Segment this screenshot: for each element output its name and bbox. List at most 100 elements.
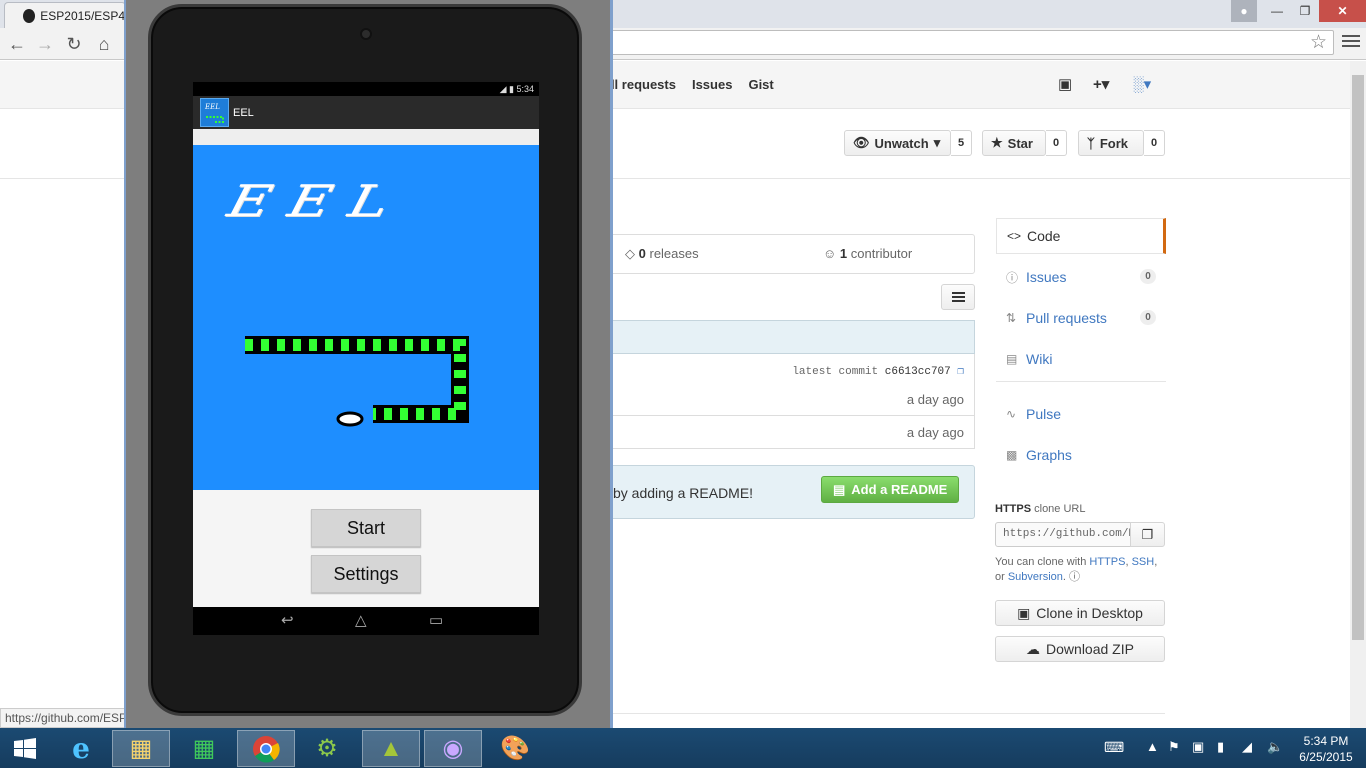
sidebar-item-code[interactable]: <> Code [996,218,1166,254]
start-button[interactable]: Start [311,509,421,547]
latest-commit-label: latest commit [792,366,879,378]
windows-store-icon[interactable]: ▦ [175,730,233,767]
android-status-bar: ◢ ▮ 5:34 [193,82,539,96]
star-button[interactable]: ★ Star [982,130,1046,156]
subversion-link[interactable]: Subversion [1008,571,1063,583]
file-age: a day ago [906,425,964,440]
cat-app-icon[interactable]: ◉ [424,730,482,767]
watchers-count[interactable]: 5 [951,130,972,156]
readme-message: by adding a README! [613,485,754,501]
internet-explorer-icon[interactable]: e [52,730,110,767]
bookmark-star-icon[interactable]: ☆ [1310,31,1327,54]
action-center-flag-icon[interactable]: ⚑ [1168,739,1180,755]
fork-button[interactable]: ᛉ Fork [1078,130,1144,156]
back-icon[interactable]: ↩ [281,611,294,629]
device-icon[interactable]: ▣ [1192,739,1204,755]
app-action-bar: EEL EEL [193,96,539,129]
recents-icon[interactable]: ▭ [429,611,443,629]
browser-tab[interactable]: ESP2015/ESP4 [4,2,126,28]
sidebar-item-pull-requests[interactable]: ⇅ Pull requests 0 [996,300,1166,336]
clone-url-label: HTTPS clone URL [995,503,1085,515]
eye-icon: 👁 [853,135,870,150]
help-icon[interactable]: ⓘ [1069,571,1080,583]
start-menu-button[interactable] [0,730,50,767]
clone-url-input[interactable]: https://github.com/E [995,522,1131,547]
sidebar-item-wiki[interactable]: ▤ Wiki [996,341,1166,377]
file-list-toggle-button[interactable] [941,284,975,310]
clone-help-or: or [995,571,1005,583]
nav-issues[interactable]: Issues [692,77,732,92]
forward-icon[interactable]: → [34,33,56,55]
minimize-button[interactable]: — [1263,0,1291,22]
file-explorer-icon[interactable]: ▦ [112,730,170,767]
sidebar-item-pulse[interactable]: ∿ Pulse [996,396,1166,432]
cloud-download-icon: ☁ [1026,640,1041,657]
star-label: Star [1007,135,1033,151]
scrollbar-thumb[interactable] [1352,75,1364,640]
chrome-icon[interactable] [237,730,295,767]
releases-link[interactable]: ◇ 0 releases [625,246,699,262]
back-icon[interactable]: ← [6,33,28,55]
settings-button[interactable]: Settings [311,555,421,593]
keyboard-icon[interactable]: ⌨ [1104,739,1124,756]
battery-tray-icon[interactable]: ▮ [1217,739,1224,755]
stars-count[interactable]: 0 [1046,130,1067,156]
book-icon: ▤ [833,481,846,497]
network-signal-icon[interactable]: ◢ [1242,739,1252,755]
main-menu: Start Settings [193,490,539,607]
clipboard-icon[interactable]: ❐ [957,366,964,378]
clone-help-prefix: You can clone with [995,556,1087,568]
battery-icon: ▮ [509,84,514,94]
home-icon[interactable]: ⌂ [93,33,115,55]
avatar[interactable]: ░▾ [1133,75,1151,93]
https-link[interactable]: HTTPS [1089,556,1125,568]
link-status-bubble: https://github.com/ESP [0,708,130,728]
clone-in-desktop-button[interactable]: ▣ Clone in Desktop [995,600,1165,626]
releases-count: 0 [638,246,646,261]
ssh-link[interactable]: SSH [1132,556,1155,568]
unwatch-button[interactable]: 👁 Unwatch ▾ [844,130,951,156]
restore-button[interactable]: ❐ [1291,0,1319,22]
inbox-icon[interactable]: ▣ [1058,75,1072,93]
home-icon[interactable]: △ [355,611,367,629]
sidebar-item-label: Graphs [1026,447,1072,463]
close-button[interactable]: ✕ [1319,0,1366,22]
graph-icon: ▩ [1006,448,1018,462]
issue-icon: ⓘ [1006,270,1019,285]
pulse-icon: ∿ [1006,407,1017,421]
add-readme-button[interactable]: ▤ Add a README [821,476,960,503]
sidebar-item-issues[interactable]: ⓘ Issues 0 [996,259,1166,295]
paint-icon[interactable]: 🎨 [486,730,544,767]
desktop-icon: ▣ [1017,604,1031,621]
reload-icon[interactable]: ↻ [63,33,85,55]
numbers-summary: ◇ 0 releases ☺ 1 contributor [612,234,975,274]
table-row[interactable]: a day ago [612,416,975,449]
tag-icon: ◇ [625,246,635,261]
show-hidden-icons-icon[interactable]: ▲ [1146,739,1159,754]
download-zip-button[interactable]: ☁ Download ZIP [995,636,1165,662]
nav-pull-requests[interactable]: ull requests [603,77,676,92]
create-new-icon[interactable]: +▾ [1093,75,1109,93]
contributors-link[interactable]: ☺ 1 contributor [823,246,912,261]
volume-icon[interactable]: 🔈 [1267,739,1283,755]
star-icon: ★ [991,135,1003,150]
tab-title: ESP2015/ESP4 [40,8,125,23]
app-divider [193,129,539,145]
sidebar-item-graphs[interactable]: ▩ Graphs [996,437,1166,473]
chrome-menu-icon[interactable] [1342,32,1360,50]
clone-in-desktop-label: Clone in Desktop [1036,605,1143,621]
taskbar-clock[interactable]: 5:34 PM 6/25/2015 [1294,733,1358,765]
copy-clone-url-button[interactable]: ❐ [1130,522,1165,547]
contributors-count: 1 [839,246,848,261]
forks-count[interactable]: 0 [1144,130,1165,156]
app-launcher-icon[interactable]: EEL [200,98,229,127]
nav-gist[interactable]: Gist [748,77,773,92]
android-studio-icon[interactable]: ⚙ [298,730,356,767]
table-row[interactable]: a day ago [612,383,975,416]
unwatch-label: Unwatch [874,135,929,151]
android-screen: ◢ ▮ 5:34 EEL EEL EEL Start Settings ↩ △ … [193,82,539,635]
android-emulator-icon[interactable]: ▲ [362,730,420,767]
user-icon[interactable]: ● [1231,0,1257,22]
code-icon: <> [1007,229,1022,243]
commit-sha[interactable]: c6613cc707 [885,366,951,378]
